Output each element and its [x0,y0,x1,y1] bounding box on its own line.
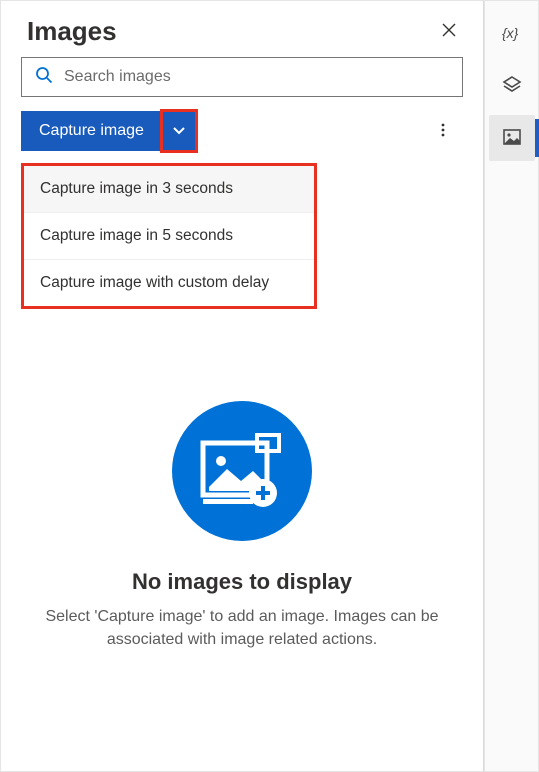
empty-title: No images to display [132,569,352,595]
rail-images-button[interactable] [489,115,535,161]
image-icon [501,126,523,151]
search-row [1,57,483,111]
dropdown-item-custom[interactable]: Capture image with custom delay [24,260,314,306]
toolbar: Capture image Capture image in 3 seconds… [1,111,483,151]
capture-split-button: Capture image [21,111,196,151]
layers-icon [501,74,523,99]
dropdown-item-5s[interactable]: Capture image in 5 seconds [24,213,314,260]
rail-variables-button[interactable]: {x} [489,11,535,57]
capture-dropdown-button[interactable] [162,111,196,151]
svg-text:{x}: {x} [502,25,519,41]
right-rail: {x} [484,1,538,771]
dropdown-item-3s[interactable]: Capture image in 3 seconds [24,166,314,213]
panel-title: Images [27,16,117,47]
variables-icon: {x} [501,22,523,47]
capture-image-button[interactable]: Capture image [21,111,162,151]
empty-description: Select 'Capture image' to add an image. … [41,605,443,651]
capture-dropdown-menu: Capture image in 3 seconds Capture image… [21,163,317,309]
close-icon [441,22,457,41]
more-vertical-icon [435,122,451,141]
images-panel: Images Capture image [1,1,484,771]
search-input[interactable] [64,68,450,86]
empty-state: No images to display Select 'Capture ima… [1,401,483,651]
panel-header: Images [1,1,483,57]
close-button[interactable] [433,15,465,47]
search-box[interactable] [21,57,463,97]
empty-state-icon [172,401,312,541]
search-icon [34,65,54,90]
rail-ui-elements-button[interactable] [489,63,535,109]
more-options-button[interactable] [423,111,463,151]
chevron-down-icon [172,123,186,140]
